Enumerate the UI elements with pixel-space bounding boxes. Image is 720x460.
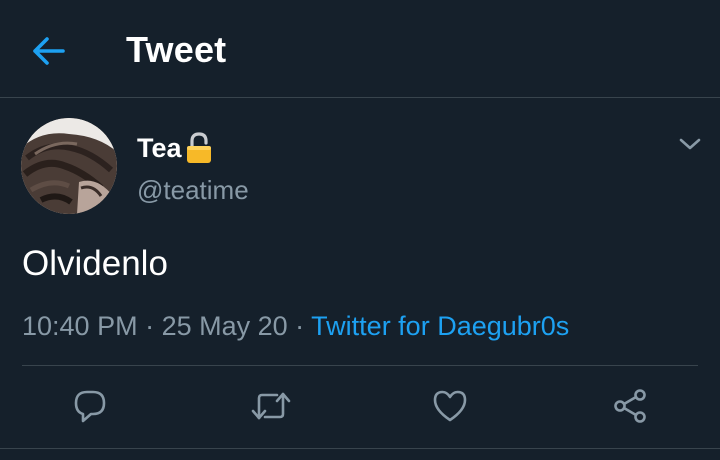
reply-button[interactable] <box>64 380 116 432</box>
retweet-icon <box>251 392 291 420</box>
author-handle[interactable]: @teatime <box>137 175 249 206</box>
meta-separator: · <box>287 311 312 341</box>
share-button[interactable] <box>604 380 656 432</box>
divider <box>0 448 720 449</box>
avatar-photo <box>21 118 117 214</box>
tweet-date: 25 May 20 <box>161 311 288 341</box>
tweet-text: Olvidenlo <box>22 244 168 283</box>
author-name-row[interactable]: Tea <box>137 128 214 168</box>
retweet-button[interactable] <box>245 380 297 432</box>
reply-icon <box>74 390 106 423</box>
share-icon <box>614 389 646 423</box>
top-bar: Tweet <box>0 0 720 98</box>
chevron-down-icon <box>679 138 701 150</box>
avatar[interactable] <box>21 118 117 214</box>
tweet-detail-screen: Tweet Tea @teatime Olvidenlo 10:40 PM · … <box>0 0 720 460</box>
like-button[interactable] <box>424 380 476 432</box>
heart-icon <box>433 390 467 422</box>
tweet-source-link[interactable]: Twitter for Daegubr0s <box>311 311 569 341</box>
divider <box>22 365 698 366</box>
tweet-time: 10:40 PM <box>22 311 138 341</box>
action-bar <box>0 380 720 432</box>
tweet-meta: 10:40 PM · 25 May 20 · Twitter for Daegu… <box>22 306 569 346</box>
tweet-options-button[interactable] <box>674 130 706 158</box>
arrow-left-icon <box>33 37 65 65</box>
meta-separator: · <box>137 311 162 341</box>
lock-icon <box>184 131 214 165</box>
display-name[interactable]: Tea <box>137 133 182 164</box>
page-title: Tweet <box>126 29 227 70</box>
back-button[interactable] <box>26 28 72 74</box>
